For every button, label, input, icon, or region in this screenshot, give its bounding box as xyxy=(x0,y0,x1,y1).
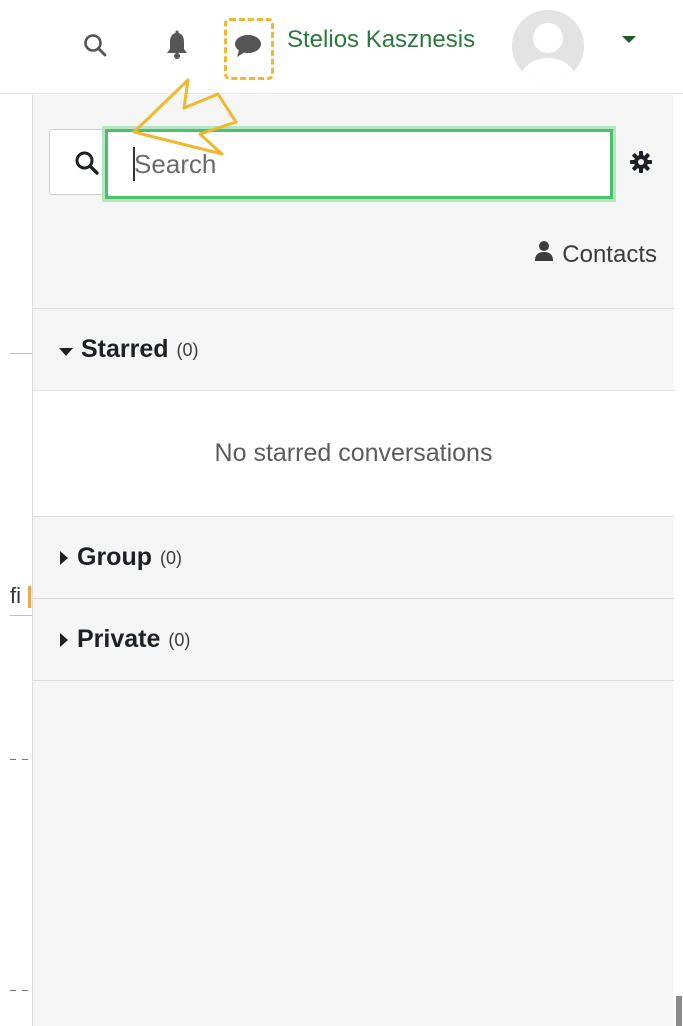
caret-down-icon xyxy=(59,335,73,364)
section-starred[interactable]: Starred (0) xyxy=(33,308,674,390)
divider xyxy=(10,759,32,760)
section-count: (0) xyxy=(176,340,199,360)
section-title: Starred xyxy=(81,335,169,363)
contacts-label: Contacts xyxy=(562,240,657,268)
page: Stelios Kasznesis fi Search Contacts Sta… xyxy=(0,0,683,1026)
search-icon[interactable] xyxy=(74,150,100,176)
callout-arrow-icon xyxy=(132,78,238,156)
background-text-fragment: fi xyxy=(10,583,21,608)
scrollbar-thumb[interactable] xyxy=(676,996,682,1026)
top-navbar: Stelios Kasznesis xyxy=(0,0,683,94)
divider xyxy=(10,990,32,991)
contacts-link[interactable]: Contacts xyxy=(534,240,657,269)
caret-right-icon xyxy=(59,625,69,654)
divider xyxy=(10,353,32,354)
section-title: Group xyxy=(77,543,152,571)
chevron-down-icon[interactable] xyxy=(622,36,636,43)
background-page xyxy=(0,95,32,1026)
section-count: (0) xyxy=(160,548,182,568)
avatar[interactable] xyxy=(512,10,584,82)
divider xyxy=(33,680,674,681)
background-text-fragment-edge xyxy=(28,586,31,608)
section-title: Private xyxy=(77,625,161,653)
search-icon[interactable] xyxy=(80,30,110,60)
gear-icon[interactable] xyxy=(629,150,653,174)
caret-right-icon xyxy=(59,543,69,572)
bell-icon[interactable] xyxy=(162,28,192,62)
section-private[interactable]: Private (0) xyxy=(33,598,674,680)
user-name[interactable]: Stelios Kasznesis xyxy=(287,26,475,54)
user-icon xyxy=(534,240,554,269)
divider xyxy=(10,615,32,616)
message-drawer: Contacts Starred (0) No starred conversa… xyxy=(32,95,674,1026)
section-count: (0) xyxy=(168,630,191,650)
section-group[interactable]: Group (0) xyxy=(33,516,674,598)
empty-state-message: No starred conversations xyxy=(33,390,674,516)
